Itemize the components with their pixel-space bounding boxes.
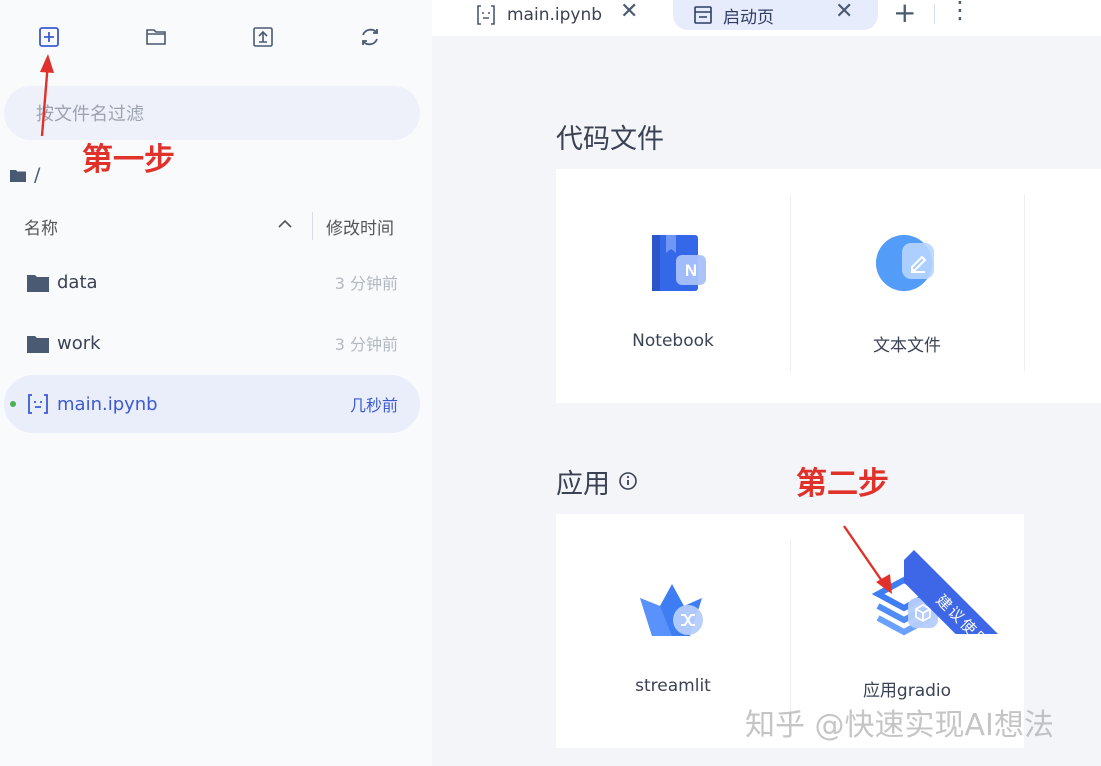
recommended-ribbon: 建议使用 bbox=[904, 514, 1024, 634]
refresh-icon bbox=[362, 28, 378, 46]
notebook-card[interactable]: N Notebook bbox=[556, 195, 790, 371]
refresh-button[interactable] bbox=[355, 22, 385, 52]
text-file-card[interactable]: 文本文件 bbox=[790, 195, 1024, 371]
tab-label: main.ipynb bbox=[507, 5, 603, 25]
breadcrumb[interactable]: / bbox=[10, 164, 40, 186]
add-tab-icon[interactable]: + bbox=[893, 0, 916, 29]
file-row-work[interactable]: work 3 分钟前 bbox=[4, 314, 420, 372]
svg-text:N: N bbox=[685, 261, 697, 280]
info-icon[interactable] bbox=[618, 471, 638, 491]
file-row-data[interactable]: data 3 分钟前 bbox=[4, 253, 420, 311]
apps-section-title: 应用 bbox=[556, 469, 610, 500]
upload-button[interactable] bbox=[248, 22, 278, 52]
gradio-card-label: 应用gradio bbox=[862, 681, 952, 701]
tab-main-ipynb[interactable]: main.ipynb ✕ bbox=[476, 0, 666, 30]
chevron-up-icon[interactable] bbox=[276, 217, 294, 231]
notebook-file-icon bbox=[477, 5, 495, 25]
notebook-file-icon bbox=[28, 394, 48, 414]
step1-label: 第一步 bbox=[82, 142, 175, 178]
close-icon[interactable]: ✕ bbox=[620, 0, 638, 24]
tab-launcher[interactable]: 启动页 ✕ bbox=[673, 0, 878, 30]
folder-icon bbox=[27, 336, 49, 353]
text-file-card-label: 文本文件 bbox=[873, 336, 941, 356]
watermark: 知乎 @快速实现AI想法 bbox=[745, 708, 1054, 743]
close-icon[interactable]: ✕ bbox=[835, 0, 853, 24]
running-indicator bbox=[10, 401, 16, 407]
streamlit-card[interactable]: streamlit bbox=[556, 540, 790, 716]
folder-icon bbox=[27, 275, 49, 292]
breadcrumb-path: / bbox=[34, 164, 41, 186]
plus-square-icon bbox=[39, 27, 59, 47]
text-file-icon bbox=[876, 235, 934, 291]
new-folder-icon bbox=[146, 29, 166, 45]
notebook-icon: N bbox=[652, 235, 706, 291]
more-options-icon[interactable]: ⋮ bbox=[948, 0, 972, 22]
streamlit-card-label: streamlit bbox=[635, 676, 711, 696]
file-row-main-ipynb[interactable]: main.ipynb 几秒前 bbox=[4, 375, 420, 433]
code-section-title: 代码文件 bbox=[556, 124, 664, 155]
name-column-header[interactable]: 名称 bbox=[24, 210, 58, 242]
card-divider bbox=[1024, 195, 1025, 371]
tab-label: 启动页 bbox=[723, 7, 774, 28]
tab-divider bbox=[934, 4, 935, 24]
modified-column-header[interactable]: 修改时间 bbox=[326, 210, 394, 242]
folder-icon bbox=[10, 170, 26, 182]
streamlit-icon bbox=[640, 584, 703, 636]
file-browser-panel: 按文件名过滤 / 名称 修改时间 data 3 分钟前 work 3 分钟前 m… bbox=[0, 0, 432, 766]
recommended-ribbon-label: 建议使用 bbox=[904, 550, 1024, 634]
new-folder-button[interactable] bbox=[141, 22, 171, 52]
new-launcher-button[interactable] bbox=[34, 22, 64, 52]
step2-arrow bbox=[843, 525, 892, 594]
notebook-card-label: Notebook bbox=[632, 331, 714, 351]
filter-input[interactable]: 按文件名过滤 bbox=[4, 86, 420, 140]
step1-arrow bbox=[40, 54, 54, 137]
launcher-icon bbox=[694, 6, 712, 24]
upload-icon bbox=[253, 27, 273, 47]
step2-label: 第二步 bbox=[796, 466, 889, 502]
column-divider[interactable] bbox=[312, 212, 313, 240]
code-cards-panel: N Notebook 文本文件 bbox=[556, 169, 1101, 403]
